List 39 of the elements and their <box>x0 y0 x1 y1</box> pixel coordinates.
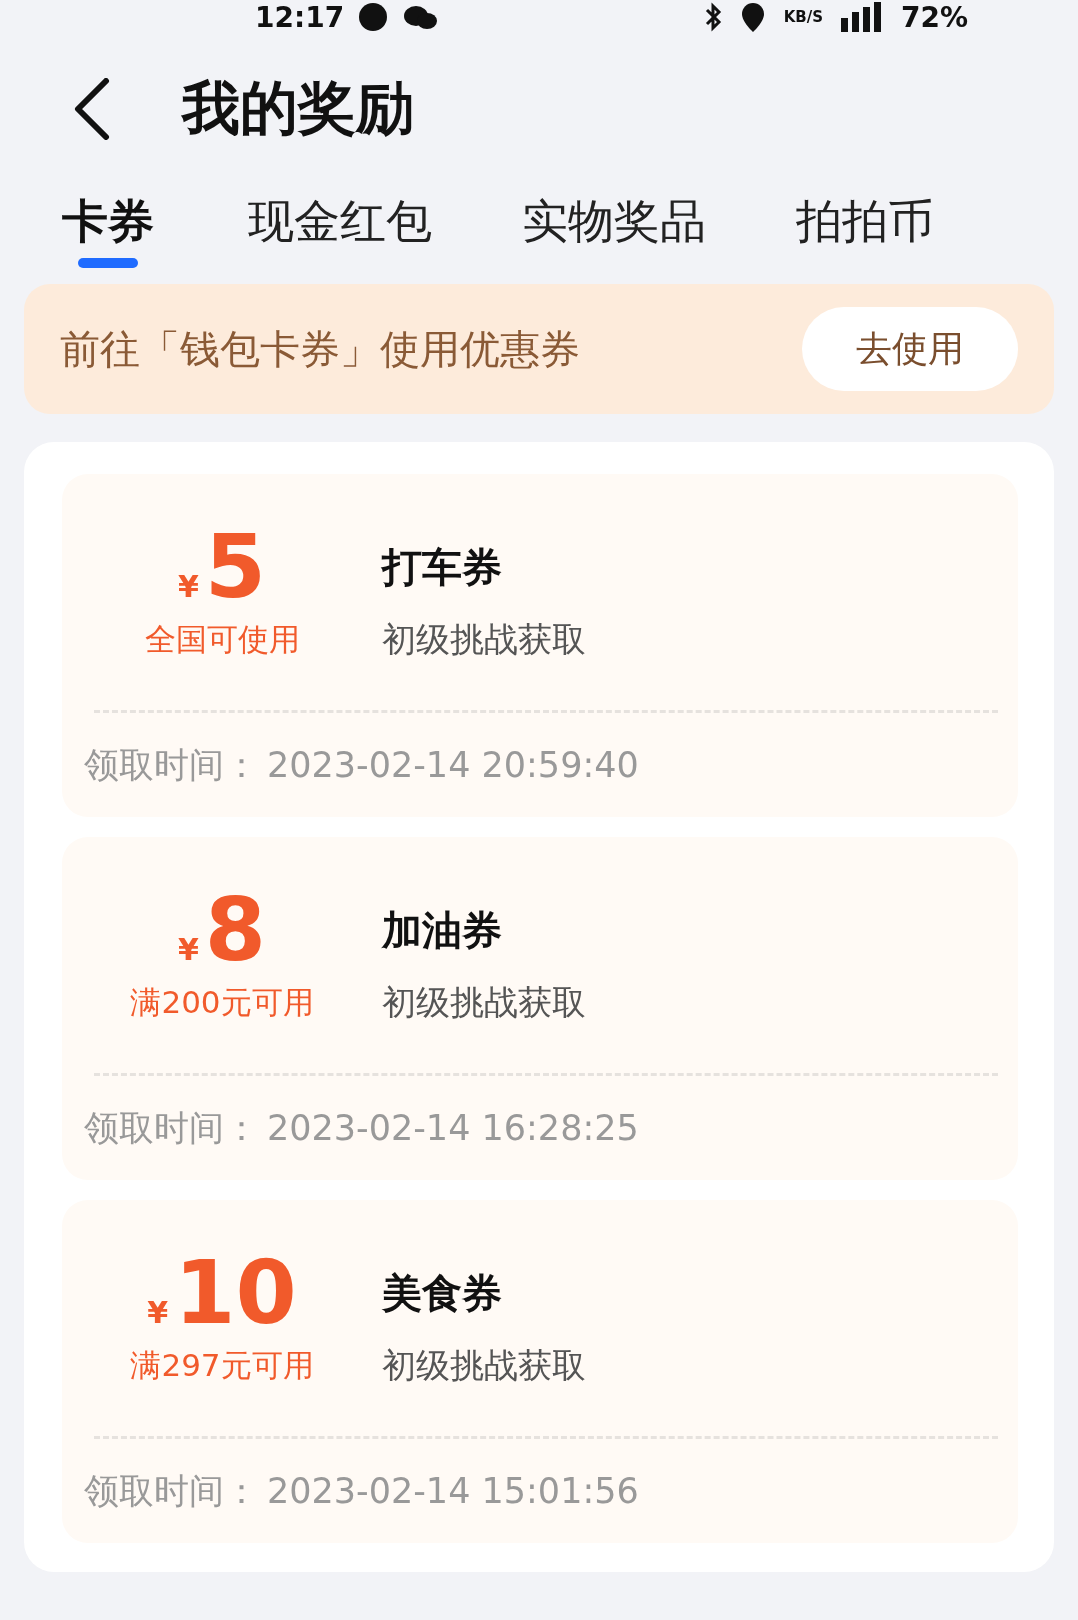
coupon-condition: 满297元可用 <box>130 1346 314 1385</box>
page-title: 我的奖励 <box>182 73 414 144</box>
claim-time: 2023-02-14 20:59:40 <box>267 745 639 785</box>
location-icon <box>739 1 766 33</box>
coupon-condition: 全国可使用 <box>144 620 300 659</box>
coupon-card[interactable]: ¥5 全国可使用 打车券 初级挑战获取 领取时间： 2023-02-14 20:59:40 <box>62 474 1018 817</box>
coupon-source: 初级挑战获取 <box>382 617 586 661</box>
coupon-condition: 满200元可用 <box>130 983 314 1022</box>
coupon-name: 打车券 <box>382 542 503 592</box>
coupon-name: 加油券 <box>382 905 503 955</box>
bluetooth-icon <box>703 2 722 32</box>
use-button[interactable]: 去使用 <box>802 307 1018 391</box>
coupon-card[interactable]: ¥8 满200元可用 加油券 初级挑战获取 领取时间： 2023-02-14 16:28:25 <box>62 837 1018 1180</box>
coupon-source: 初级挑战获取 <box>382 980 586 1024</box>
currency-symbol: ¥ <box>177 569 199 604</box>
tab[interactable]: 现金红包 <box>248 190 432 254</box>
coupon-amount: 8 <box>204 886 267 974</box>
signal-icon <box>840 2 883 32</box>
time-label: 领取时间： <box>84 1469 259 1513</box>
coupon-amount: 5 <box>204 523 267 611</box>
tab[interactable]: 拍拍币 <box>796 190 934 254</box>
time-label: 领取时间： <box>84 743 259 787</box>
network-speed: KB/S <box>783 9 823 25</box>
clock: 12:17 <box>255 0 345 34</box>
back-icon[interactable] <box>72 78 110 140</box>
coupon-amount: 10 <box>174 1249 297 1337</box>
battery-level: 72% <box>900 0 968 34</box>
claim-time: 2023-02-14 15:01:56 <box>267 1471 639 1511</box>
time-label: 领取时间： <box>84 1106 259 1150</box>
coupon-name: 美食券 <box>382 1268 503 1318</box>
claim-time: 2023-02-14 16:28:25 <box>267 1108 639 1148</box>
currency-symbol: ¥ <box>177 932 199 967</box>
currency-symbol: ¥ <box>147 1295 169 1330</box>
promo-text: 前往「钱包卡券」使用优惠券 <box>60 324 581 374</box>
coupon-source: 初级挑战获取 <box>382 1343 586 1387</box>
coupon-card[interactable]: ¥10 满297元可用 美食券 初级挑战获取 领取时间： 2023-02-14 15:01:56 <box>62 1200 1018 1543</box>
tab[interactable]: 实物奖品 <box>522 190 706 254</box>
tab[interactable]: 卡券 <box>62 190 154 254</box>
tab-indicator <box>78 258 138 268</box>
